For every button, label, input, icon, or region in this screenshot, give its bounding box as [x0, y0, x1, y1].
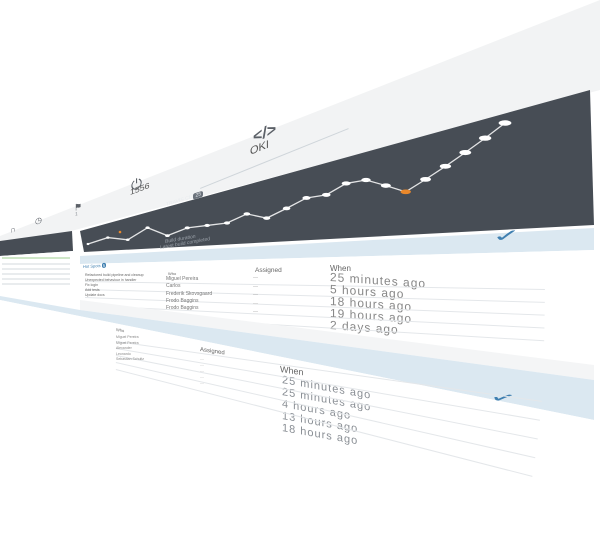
issue-who: Sebastian Schultz — [116, 357, 145, 361]
commit-summary[interactable]: Unexpected behaviour in handler — [85, 278, 136, 282]
data-point — [282, 206, 291, 211]
issue-assigned: — — [200, 356, 204, 361]
check-icon-top: ✓ — [491, 226, 523, 247]
commits-badge: 5 — [101, 262, 106, 269]
commit-summary[interactable]: Refactored build pipeline and cleanup — [85, 273, 144, 277]
data-point — [165, 234, 170, 238]
data-point — [380, 183, 391, 188]
data-point — [459, 149, 472, 156]
mini-row — [2, 268, 70, 270]
issue-assigned: — — [200, 380, 204, 385]
mini-row — [2, 283, 70, 285]
commit-who: Carlos — [166, 283, 181, 290]
data-point — [223, 221, 231, 225]
commit-summary[interactable]: Update docs — [85, 293, 105, 297]
mini-row — [2, 278, 70, 280]
mini-row-green — [2, 257, 70, 259]
series-line — [87, 122, 506, 245]
data-point — [439, 163, 452, 169]
commits-col-assigned: Assigned — [255, 267, 282, 274]
issue-who: Leonardo — [116, 351, 131, 356]
commit-assigned: — — [253, 283, 258, 290]
commit-assigned: — — [253, 309, 258, 315]
data-point — [106, 236, 110, 239]
data-point — [86, 242, 90, 246]
commit-summary[interactable]: Add tests — [85, 288, 100, 292]
data-point — [145, 226, 150, 230]
issues-col-who: Who — [116, 327, 125, 334]
data-point — [400, 189, 411, 195]
commit-assigned: — — [253, 275, 258, 281]
highlight-point-small — [118, 230, 122, 234]
data-point — [184, 226, 190, 230]
data-point — [263, 216, 271, 220]
data-point — [322, 192, 331, 197]
issue-who: Miguel Pereira — [116, 335, 139, 339]
data-point — [341, 181, 351, 186]
mini-row — [2, 263, 70, 265]
commit-who: Frederik Skovsgaard — [166, 290, 213, 297]
commit-assigned: — — [253, 292, 258, 298]
issue-who: Alexander — [116, 346, 132, 350]
data-point — [302, 196, 311, 200]
data-point — [361, 177, 371, 183]
commit-who: Miguel Pereira — [166, 276, 199, 282]
data-point — [243, 212, 251, 216]
commit-summary[interactable]: Fix login — [85, 283, 98, 287]
data-point — [125, 238, 130, 242]
commit-who: Frodo Baggins — [166, 305, 199, 312]
issue-assigned: — — [200, 374, 204, 379]
data-point — [420, 176, 432, 182]
issue-who: Miguel Pereira — [116, 340, 139, 345]
commit-who: Frodo Baggins — [166, 297, 199, 304]
dashboard-scene: ⏻ 1556 </> OKI ⚑ 1 ◷ ∩ TRAVIS CI 25 Buil… — [0, 0, 600, 546]
commit-assigned: — — [253, 300, 258, 307]
data-point — [204, 223, 210, 227]
mini-row — [2, 273, 70, 275]
commits-header-label: Hot Spots — [83, 263, 101, 269]
data-point — [478, 135, 492, 141]
data-point — [498, 120, 512, 126]
